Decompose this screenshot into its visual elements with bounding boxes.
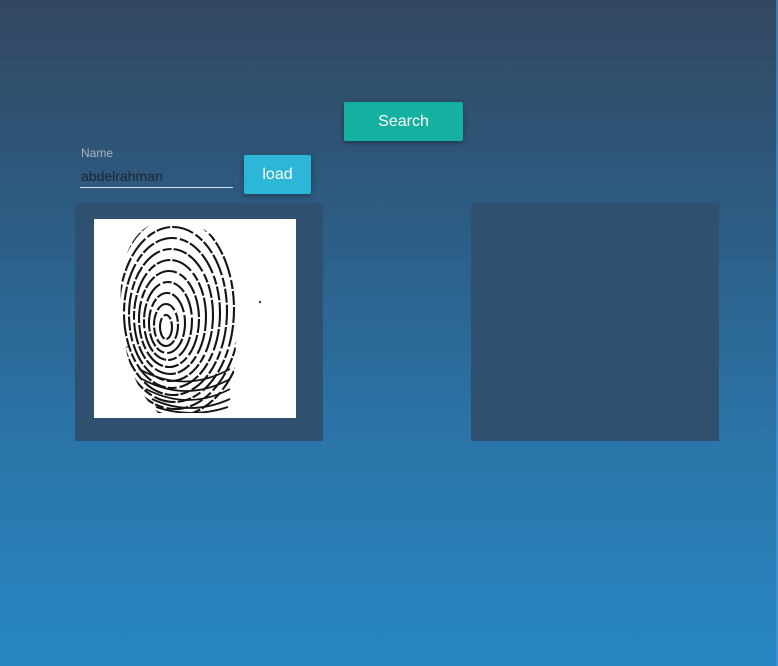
source-image-panel bbox=[75, 203, 323, 441]
search-button[interactable]: Search bbox=[344, 102, 463, 141]
fingerprint-image bbox=[94, 219, 296, 418]
fingerprint-icon bbox=[120, 220, 262, 413]
name-label: Name bbox=[81, 146, 114, 160]
load-button[interactable]: load bbox=[244, 155, 311, 194]
result-image-panel bbox=[471, 203, 719, 441]
name-input[interactable] bbox=[80, 164, 233, 188]
name-field: Name bbox=[80, 144, 233, 190]
